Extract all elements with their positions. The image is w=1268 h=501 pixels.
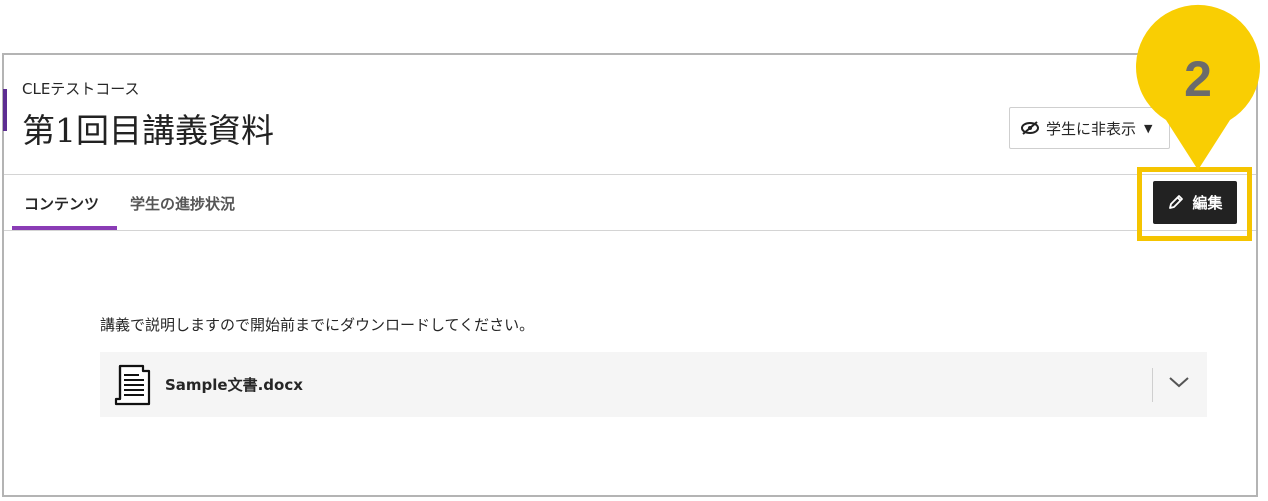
edit-label: 編集 [1192, 194, 1223, 212]
page-title: 第1回目講義資料 [22, 111, 274, 150]
accent-bar [3, 89, 7, 131]
file-attachment-row[interactable]: Sample文書.docx [100, 352, 1207, 417]
header-divider [4, 174, 1256, 175]
tab-contents[interactable]: コンテンツ [24, 193, 99, 214]
file-row-divider [1152, 368, 1153, 402]
tab-student-progress[interactable]: 学生の進捗状況 [130, 193, 235, 214]
visibility-label: 学生に非表示 [1046, 119, 1137, 138]
callout-number: 2 [1184, 51, 1212, 107]
edit-button[interactable]: 編集 [1153, 181, 1237, 224]
content-description: 講義で説明しますので開始前までにダウンロードしてください。 [100, 316, 535, 334]
file-name[interactable]: Sample文書.docx [165, 374, 303, 395]
chevron-down-icon[interactable] [1168, 375, 1190, 389]
document-icon [114, 364, 151, 406]
course-name[interactable]: CLEテストコース [22, 78, 140, 99]
tabs-divider [4, 230, 1256, 231]
pencil-icon [1169, 195, 1184, 209]
eye-slash-icon [1021, 121, 1039, 135]
